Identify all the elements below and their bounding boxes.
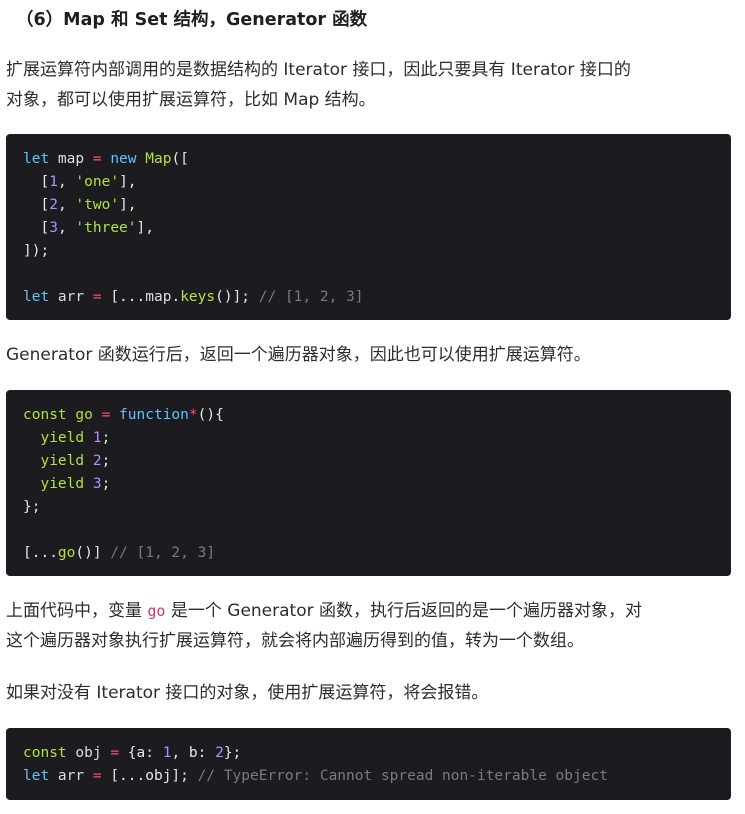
paragraph-error-intro: 如果对没有 Iterator 接口的对象，使用扩展运算符，将会报错。 bbox=[6, 678, 726, 708]
code-line: yield 1; bbox=[23, 430, 111, 446]
code-line: let arr = [...map.keys()]; // [1, 2, 3] bbox=[23, 289, 364, 305]
inline-code-go: go bbox=[147, 602, 166, 620]
code-line: let map = new Map([ bbox=[23, 151, 189, 167]
code-line: ]); bbox=[23, 243, 50, 259]
paragraph-line: Generator 函数运行后，返回一个遍历器对象，因此也可以使用扩展运算符。 bbox=[6, 345, 591, 365]
code-line: [...go()] // [1, 2, 3] bbox=[23, 545, 216, 561]
paragraph-line: 上面代码中，变量 go 是一个 Generator 函数，执行后返回的是一个遍历… bbox=[6, 601, 643, 621]
paragraph-line: 对象，都可以使用扩展运算符，比如 Map 结构。 bbox=[6, 90, 376, 110]
paragraph-line: 扩展运算符内部调用的是数据结构的 Iterator 接口，因此只要具有 Iter… bbox=[6, 60, 631, 80]
code-line: yield 3; bbox=[23, 476, 111, 492]
code-line: [1, 'one'], bbox=[23, 174, 137, 190]
paragraph-line: 这个遍历器对象执行扩展运算符，就会将内部遍历得到的值，转为一个数组。 bbox=[6, 631, 584, 651]
code-line: yield 2; bbox=[23, 453, 111, 469]
code-block-map: let map = new Map([ [1, 'one'], [2, 'two… bbox=[6, 134, 731, 320]
paragraph-generator-intro: Generator 函数运行后，返回一个遍历器对象，因此也可以使用扩展运算符。 bbox=[6, 340, 726, 370]
paragraph-generator-explain: 上面代码中，变量 go 是一个 Generator 函数，执行后返回的是一个遍历… bbox=[6, 596, 726, 656]
code-line: const obj = {a: 1, b: 2}; bbox=[23, 745, 242, 761]
paragraph-iterator-intro: 扩展运算符内部调用的是数据结构的 Iterator 接口，因此只要具有 Iter… bbox=[6, 55, 726, 115]
code-line: [2, 'two'], bbox=[23, 197, 137, 213]
section-heading: （6）Map 和 Set 结构，Generator 函数 bbox=[16, 10, 368, 30]
code-line: }; bbox=[23, 499, 41, 515]
code-line: [3, 'three'], bbox=[23, 220, 154, 236]
code-block-error: const obj = {a: 1, b: 2}; let arr = [...… bbox=[6, 728, 731, 800]
paragraph-line: 如果对没有 Iterator 接口的对象，使用扩展运算符，将会报错。 bbox=[6, 683, 489, 703]
code-line: const go = function*(){ bbox=[23, 407, 224, 423]
code-line: let arr = [...obj]; // TypeError: Cannot… bbox=[23, 768, 608, 784]
code-block-generator: const go = function*(){ yield 1; yield 2… bbox=[6, 390, 731, 576]
